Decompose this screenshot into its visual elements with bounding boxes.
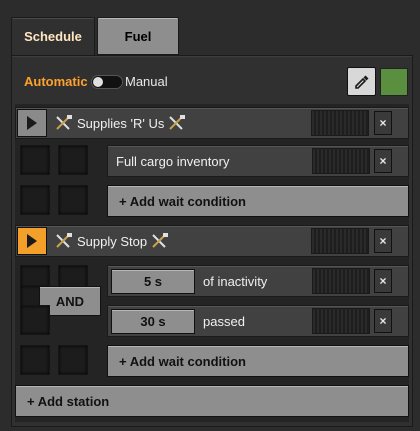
empty-slot <box>58 185 88 215</box>
train-color-swatch[interactable] <box>380 68 408 96</box>
go-to-station-button[interactable] <box>17 109 47 137</box>
station-icon <box>169 115 186 130</box>
add-wait-condition-button[interactable]: + Add wait condition <box>107 185 409 217</box>
remove-condition-button[interactable]: × <box>374 269 392 293</box>
station-row: Supply Stop × <box>15 225 409 257</box>
schedule-list: Supplies 'R' Us × Full cargo inventory ×… <box>15 104 409 422</box>
tab-fuel[interactable]: Fuel <box>97 17 179 55</box>
empty-slot <box>20 345 50 375</box>
condition-label: passed <box>203 314 245 329</box>
auto-manual-toggle[interactable] <box>91 75 123 89</box>
condition-value-button[interactable]: 30 s <box>111 309 195 334</box>
wait-condition-row: 5 s of inactivity × <box>107 265 409 297</box>
drag-handle[interactable] <box>312 268 370 294</box>
empty-slot <box>20 145 50 175</box>
play-icon <box>27 116 37 130</box>
empty-slot <box>20 305 50 335</box>
drag-handle[interactable] <box>312 308 370 334</box>
station-icon <box>152 233 169 248</box>
play-icon <box>27 234 37 248</box>
eyedropper-icon <box>354 75 368 89</box>
remove-condition-button[interactable]: × <box>374 309 392 333</box>
station-icon <box>56 115 72 130</box>
tab-bar: Schedule Fuel <box>0 0 420 56</box>
remove-condition-button[interactable]: × <box>374 149 392 173</box>
condition-value-button[interactable]: 5 s <box>111 269 195 294</box>
empty-slot <box>58 345 88 375</box>
station-name[interactable]: Supply Stop <box>77 234 147 249</box>
go-to-station-button[interactable] <box>17 227 47 255</box>
condition-label[interactable]: Full cargo inventory <box>116 154 229 169</box>
remove-station-button[interactable]: × <box>374 229 392 253</box>
manual-label: Manual <box>125 74 168 89</box>
drag-handle[interactable] <box>312 148 370 174</box>
wait-condition-row: Full cargo inventory × <box>107 145 409 177</box>
remove-station-button[interactable]: × <box>374 111 392 135</box>
drag-handle[interactable] <box>311 228 369 254</box>
station-name[interactable]: Supplies 'R' Us <box>77 116 164 131</box>
wait-condition-row: 30 s passed × <box>107 305 409 337</box>
empty-slot <box>58 145 88 175</box>
drag-handle[interactable] <box>311 110 369 136</box>
automatic-label: Automatic <box>24 74 88 89</box>
schedule-panel: Automatic Manual Supplies 'R' Us × Full … <box>11 55 413 427</box>
condition-label: of inactivity <box>203 274 268 289</box>
station-icon <box>56 233 72 248</box>
add-station-button[interactable]: + Add station <box>15 385 409 417</box>
tab-schedule[interactable]: Schedule <box>11 17 95 55</box>
mode-row: Automatic Manual <box>12 64 412 100</box>
toggle-knob <box>93 77 103 87</box>
add-wait-condition-button[interactable]: + Add wait condition <box>107 345 409 377</box>
empty-slot <box>20 185 50 215</box>
station-row: Supplies 'R' Us × <box>15 107 409 139</box>
color-picker-button[interactable] <box>347 67 376 96</box>
